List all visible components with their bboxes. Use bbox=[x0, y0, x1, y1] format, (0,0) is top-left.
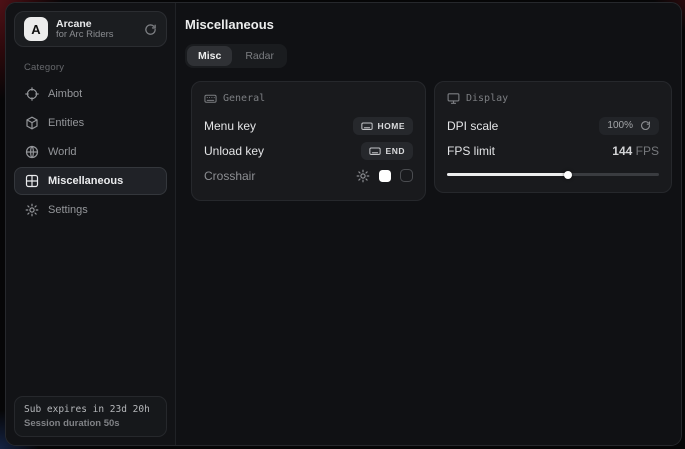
dpi-scale-label: DPI scale bbox=[447, 119, 498, 133]
subscription-info: Sub expires in 23d 20h Session duration … bbox=[14, 396, 167, 437]
sidebar-item-settings[interactable]: Settings bbox=[14, 196, 167, 224]
sidebar-item-label: Entities bbox=[48, 117, 84, 129]
keyboard-icon bbox=[369, 145, 381, 157]
grid-icon bbox=[25, 174, 39, 188]
sidebar-item-entities[interactable]: Entities bbox=[14, 109, 167, 137]
crosshair-label: Crosshair bbox=[204, 169, 255, 183]
app-header-card: A Arcane for Arc Riders bbox=[14, 11, 167, 47]
display-card-header: Display bbox=[447, 92, 659, 105]
unload-key-bind-button[interactable]: END bbox=[361, 142, 413, 160]
tab-misc[interactable]: Misc bbox=[187, 46, 232, 66]
crosshair-controls bbox=[356, 169, 413, 183]
fps-number: 144 bbox=[612, 144, 632, 158]
sidebar-nav: Aimbot Entities World bbox=[14, 80, 167, 224]
menu-key-value: HOME bbox=[378, 121, 406, 131]
gear-icon bbox=[25, 203, 39, 217]
page-title: Miscellaneous bbox=[185, 17, 672, 32]
sidebar-item-label: Miscellaneous bbox=[48, 175, 123, 187]
unload-key-label: Unload key bbox=[204, 144, 264, 158]
app-titles: Arcane for Arc Riders bbox=[56, 18, 114, 41]
dpi-scale-row: DPI scale 100% bbox=[447, 113, 659, 138]
box-icon bbox=[25, 116, 39, 130]
crosshair-icon bbox=[25, 87, 39, 101]
app-window: A Arcane for Arc Riders Category Aimbot bbox=[5, 2, 682, 446]
sidebar-item-label: Settings bbox=[48, 204, 88, 216]
crosshair-row: Crosshair bbox=[204, 163, 413, 188]
unload-key-value: END bbox=[386, 146, 405, 156]
refresh-icon[interactable] bbox=[144, 23, 157, 36]
sidebar-item-label: World bbox=[48, 146, 77, 158]
sidebar-item-label: Aimbot bbox=[48, 88, 82, 100]
app-title: Arcane bbox=[56, 18, 114, 30]
fps-limit-row: FPS limit 144 FPS bbox=[447, 138, 659, 163]
fps-limit-slider[interactable] bbox=[447, 168, 659, 180]
menu-key-bind-button[interactable]: HOME bbox=[353, 117, 414, 135]
display-card-title: Display bbox=[466, 93, 508, 104]
globe-icon bbox=[25, 145, 39, 159]
tab-radar[interactable]: Radar bbox=[234, 46, 285, 66]
category-label: Category bbox=[24, 62, 157, 73]
session-duration-text: Session duration 50s bbox=[24, 418, 157, 429]
sidebar-item-aimbot[interactable]: Aimbot bbox=[14, 80, 167, 108]
dpi-scale-value: 100% bbox=[607, 120, 633, 131]
general-card-header: General bbox=[204, 92, 413, 105]
monitor-icon bbox=[447, 92, 460, 105]
general-card-title: General bbox=[223, 93, 265, 104]
crosshair-settings-gear-icon[interactable] bbox=[356, 169, 370, 183]
main-content: Miscellaneous Misc Radar General Menu ke… bbox=[176, 3, 682, 445]
keyboard-icon bbox=[361, 120, 373, 132]
keyboard-icon bbox=[204, 92, 217, 105]
tab-bar: Misc Radar bbox=[185, 44, 287, 68]
fps-slider-fill bbox=[447, 173, 568, 176]
display-card: Display DPI scale 100% FPS limit 144 bbox=[434, 81, 672, 193]
fps-limit-value: 144 FPS bbox=[612, 144, 659, 158]
cycle-icon bbox=[640, 120, 651, 131]
menu-key-row: Menu key HOME bbox=[204, 113, 413, 138]
crosshair-color-swatch[interactable] bbox=[379, 170, 391, 182]
menu-key-label: Menu key bbox=[204, 119, 256, 133]
general-card: General Menu key HOME Unload key bbox=[191, 81, 426, 201]
app-logo: A bbox=[24, 17, 48, 41]
fps-slider-thumb[interactable] bbox=[564, 171, 572, 179]
sidebar-item-miscellaneous[interactable]: Miscellaneous bbox=[14, 167, 167, 195]
crosshair-checkbox[interactable] bbox=[400, 169, 413, 182]
app-subtitle: for Arc Riders bbox=[56, 30, 114, 41]
cards-row: General Menu key HOME Unload key bbox=[191, 81, 672, 201]
fps-unit: FPS bbox=[636, 144, 659, 158]
unload-key-row: Unload key END bbox=[204, 138, 413, 163]
sidebar: A Arcane for Arc Riders Category Aimbot bbox=[6, 3, 176, 445]
fps-limit-label: FPS limit bbox=[447, 144, 495, 158]
dpi-scale-select[interactable]: 100% bbox=[599, 117, 659, 135]
sub-expires-text: Sub expires in 23d 20h bbox=[24, 404, 157, 415]
sidebar-item-world[interactable]: World bbox=[14, 138, 167, 166]
